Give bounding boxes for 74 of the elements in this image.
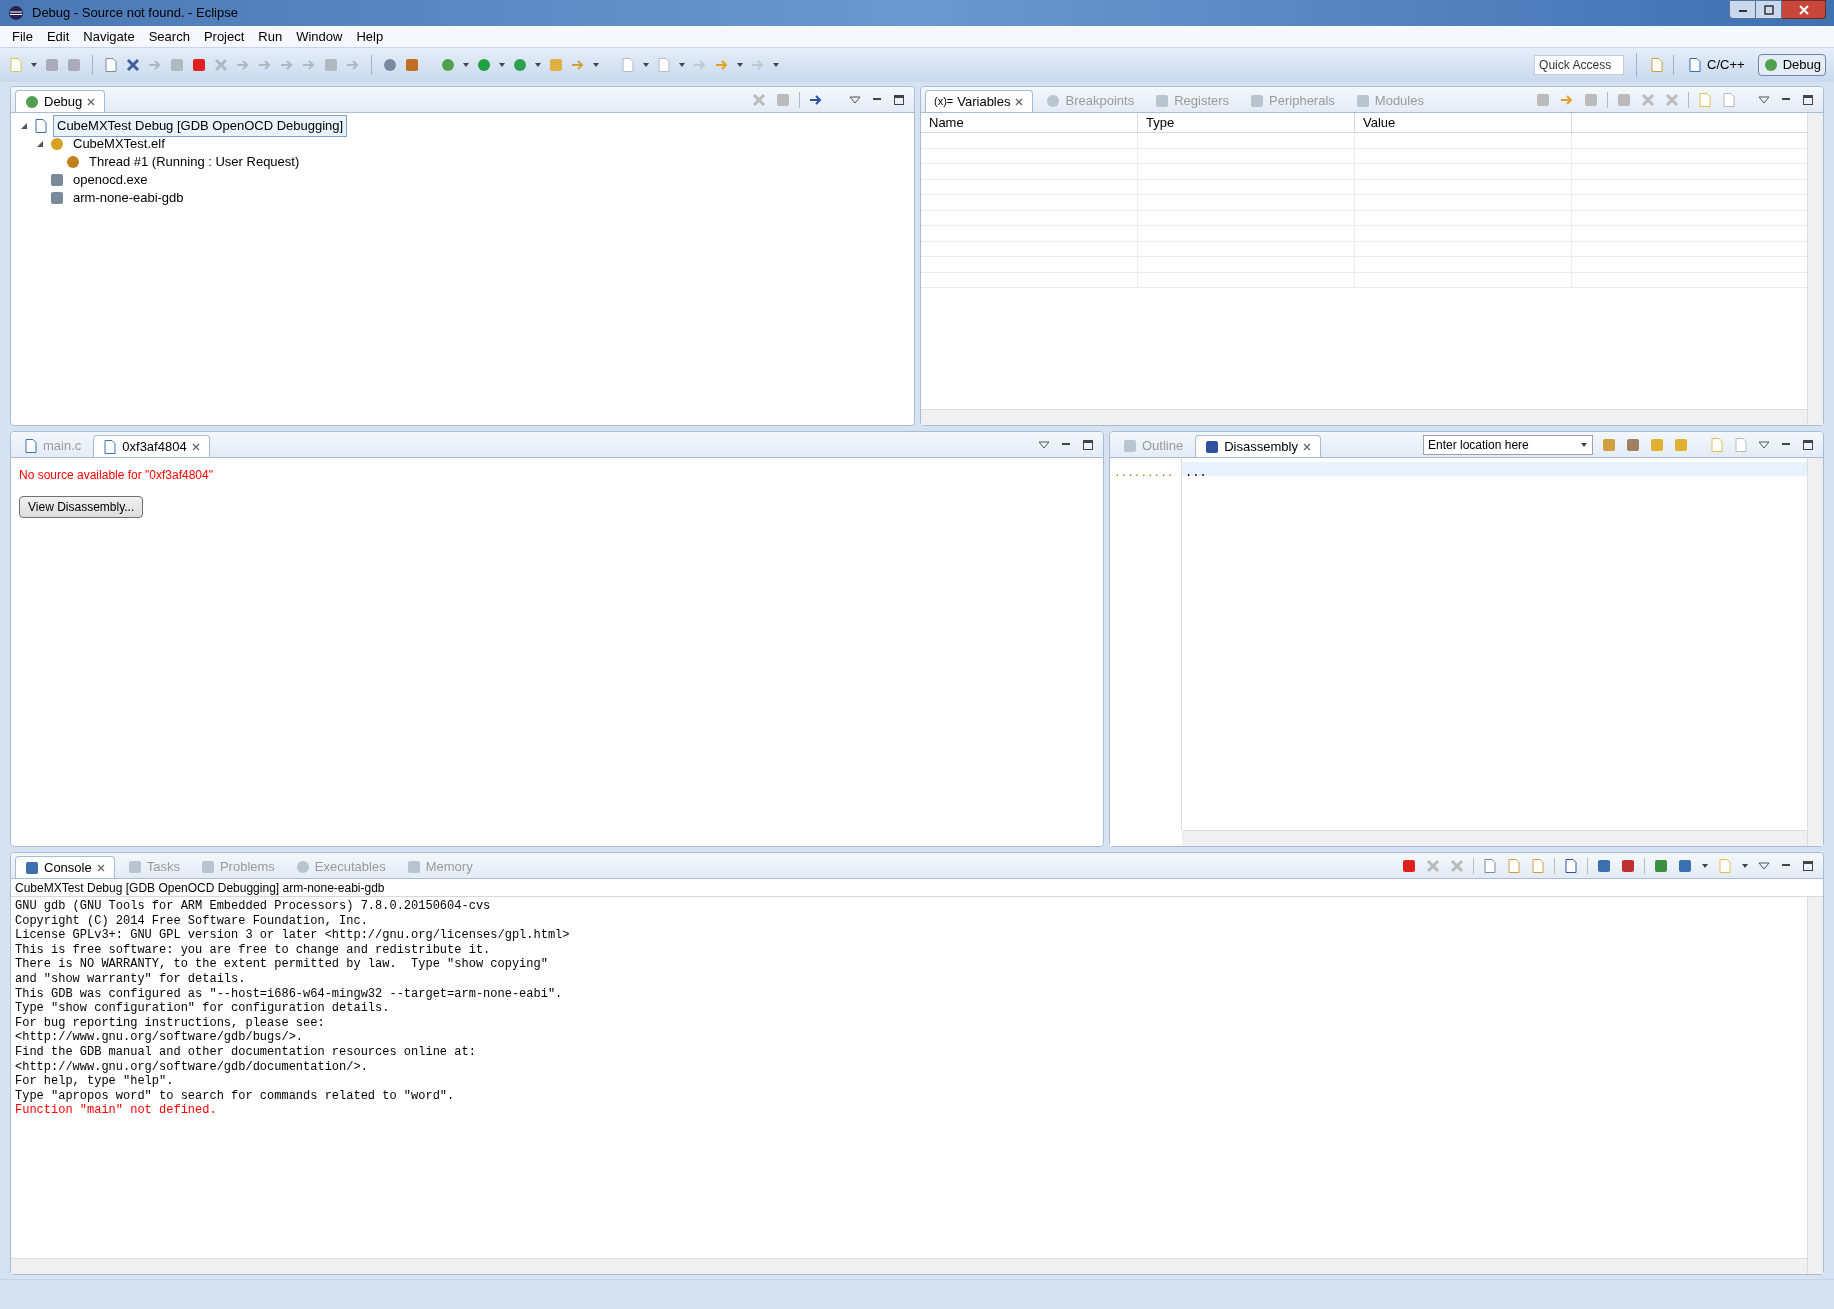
close-icon[interactable] [190,441,201,452]
console-line: License GPLv3+: GNU GPL version 3 or later <http://gnu.org/licenses/gpl.html> [15,928,570,943]
console-line: and "show warranty" for details. [15,971,246,987]
remove-icon[interactable] [1640,92,1656,108]
location-dropdown[interactable]: Enter location here [1423,435,1593,455]
view-disassembly-button[interactable]: View Disassembly... [19,496,144,518]
tree-item[interactable]: CubeMXTest Debug [GDB OpenOCD Debugging] [53,115,348,137]
menu-item[interactable]: Window [296,26,343,47]
menu-item[interactable]: File [12,26,33,47]
view-tab[interactable]: (x)= Variables [925,90,1034,112]
vertical-scrollbar[interactable] [1807,897,1823,1274]
console-line: Type "apropos word" to search for commands related to "word". [15,1088,455,1104]
quick-access-field[interactable]: Quick Access [1534,55,1625,75]
maximize-button[interactable] [1756,0,1782,19]
column-header[interactable]: Type [1138,113,1355,132]
console-line: Copyright (C) 2014 Free Software Foundation, Inc. [15,913,368,929]
maximize-icon[interactable] [1801,859,1815,873]
view-tab[interactable]: Disassembly [1195,435,1321,457]
stop-icon[interactable] [191,57,207,73]
error-message: No source available for "0xf3af4804" [19,467,213,484]
location-placeholder: Enter location here [1428,437,1529,454]
perspective-button[interactable]: C/C++ [1682,54,1750,76]
horizontal-scrollbar[interactable] [921,409,1807,425]
vertical-scrollbar[interactable] [1807,458,1823,846]
code-line: ... [1185,466,1207,480]
maximize-icon[interactable] [892,93,906,107]
menu-item[interactable]: Search [148,26,190,47]
expanded-arrow-icon[interactable] [19,121,29,131]
console-header: CubeMXTest Debug [GDB OpenOCD Debugging] arm-none-eabi-gdb [15,879,385,897]
view-tab[interactable]: 0xf3af4804 [93,435,210,457]
view-tab[interactable]: Console [15,856,115,878]
menu-item[interactable]: Edit [46,26,70,47]
console-line: There is NO WARRANTY, to the extent permitted by law. Type "show copying" [15,957,548,972]
minimize-button[interactable] [1729,0,1756,19]
horizontal-scrollbar[interactable] [1182,830,1807,846]
console-line: This GDB was configured as "--host=i686-w64-mingw32 --target=arm-none-eabi". [15,986,563,1002]
menu-item[interactable]: Project [203,26,245,47]
horizontal-scrollbar[interactable] [11,1258,1807,1274]
remove-launch-icon[interactable] [1425,858,1441,874]
view-tab[interactable]: Debug [15,90,106,112]
console-line: Find the GDB manual and other documentation resources online at: [15,1044,476,1060]
gutter-dots: ......... [1114,467,1174,479]
maximize-icon[interactable] [1081,438,1095,452]
remove-terminated-icon[interactable] [751,92,767,108]
console-line: For help, type "help". [15,1074,174,1089]
console-line: Type "show configuration" for configuration details. [15,1001,390,1016]
menu-item[interactable]: Help [356,26,384,47]
perspective-button[interactable]: Debug [1757,54,1826,76]
window-title: Debug - Source not found. - Eclipse [32,4,238,23]
console-line: GNU gdb (GNU Tools for ARM Embedded Processors) 7.8.0.20150604-cvs [15,899,491,914]
close-icon[interactable] [86,96,97,107]
remove-all-icon[interactable] [1664,92,1680,108]
tab-prefix: (x)= [934,94,954,110]
remove-all-icon[interactable] [1449,858,1465,874]
new-icon[interactable] [8,57,24,73]
console-line: For bug reporting instructions, please see: [15,1015,325,1031]
maximize-icon[interactable] [1801,93,1815,107]
close-button[interactable] [1782,0,1826,19]
maximize-icon[interactable] [1801,438,1815,452]
menu-item[interactable]: Run [258,26,283,47]
expanded-arrow-icon[interactable] [35,139,45,149]
app-logo-icon [8,5,24,21]
menu-item[interactable]: Navigate [83,26,135,47]
close-icon[interactable] [1301,441,1312,452]
close-icon[interactable] [1014,96,1025,107]
vertical-scrollbar[interactable] [1807,113,1823,425]
restore-icon[interactable] [1763,4,1774,15]
console-error-line: Function "main" not defined. [15,1103,217,1118]
column-header[interactable]: Name [921,113,1138,132]
column-header[interactable]: Value [1355,113,1572,132]
close-icon[interactable] [95,862,106,873]
console-line: <http://www.gnu.org/software/gdb/documentation/>. [15,1059,368,1075]
console-line: <http://www.gnu.org/software/gdb/bugs/>. [15,1030,304,1045]
console-line: This is free software: you are free to change and redistribute it. [15,942,491,958]
